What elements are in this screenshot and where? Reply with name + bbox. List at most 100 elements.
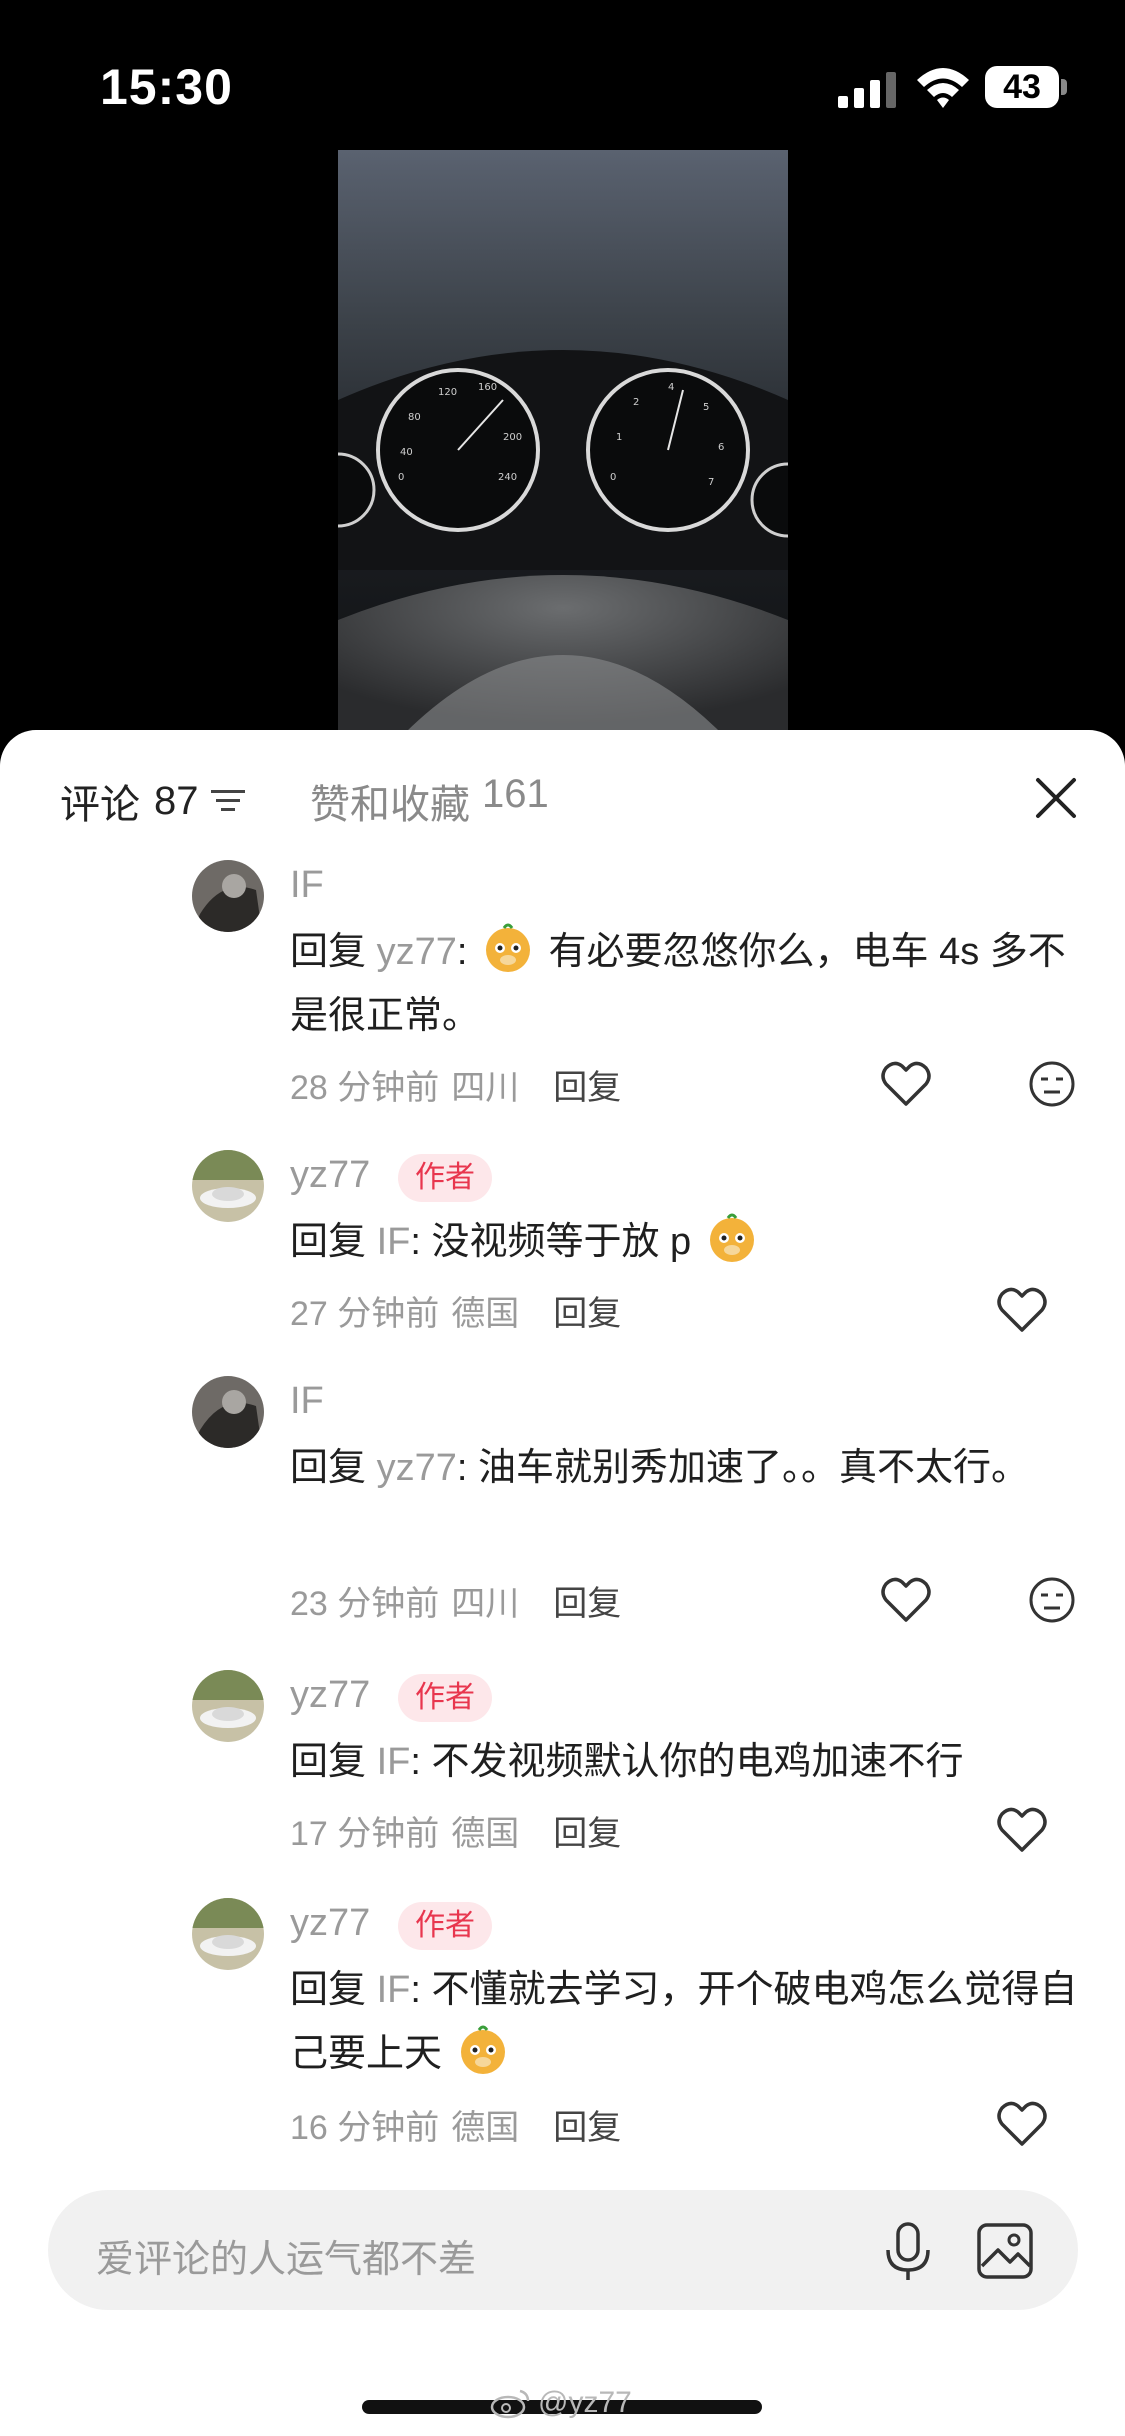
comment-time: 17 分钟前 <box>290 1815 440 1853</box>
tab-likes-count: 161 <box>482 772 549 816</box>
tab-comments-label: 评论 <box>60 783 140 827</box>
dislike-icon[interactable] <box>1028 1060 1076 1108</box>
reply-button[interactable]: 回复 <box>553 1806 621 1855</box>
comment-location: 四川 <box>451 1069 520 1107</box>
battery-tip <box>1061 79 1067 95</box>
video-player[interactable]: 0 40 80 120 160 200 240 0 1 2 4 5 6 7 <box>338 150 788 740</box>
svg-text:40: 40 <box>400 447 413 458</box>
comment-content: 油车就别秀加速了。。真不太行。 <box>477 1447 1029 1489</box>
comment-input-placeholder: 爱评论的人运气都不差 <box>96 2239 477 2281</box>
svg-text:240: 240 <box>498 472 517 483</box>
comment-text: 回复 yz77: 油车就别秀加速了。。真不太行。 <box>290 1447 1029 1489</box>
comment-location: 德国 <box>451 2109 520 2147</box>
status-bar: 15:30 43 <box>0 0 1125 170</box>
author-badge: 作者 <box>398 1674 492 1722</box>
comments-sheet: 评论 87 赞和收藏 161 IF 回复 yz77: 有必要忽悠你么，电车 4s <box>0 730 1125 2436</box>
comment-username[interactable]: yz77 <box>290 1674 370 1717</box>
image-icon[interactable] <box>976 2222 1034 2280</box>
watermark-text: @yz77 <box>538 2386 632 2419</box>
svg-text:0: 0 <box>398 472 404 483</box>
comment-meta: 27 分钟前 德国 回复 <box>290 1286 621 1335</box>
comment-text: 回复 IF: 不懂就去学习，开个破电鸡怎么觉得自己要上天 <box>290 1969 1078 2075</box>
comment-text: 回复 IF: 没视频等于放 p <box>290 1210 1080 1274</box>
tab-comments-count: 87 <box>154 778 199 823</box>
comment-username[interactable]: IF <box>290 1380 324 1423</box>
meerkat-emoji-icon <box>485 923 530 972</box>
comment-meta: 23 分钟前 四川 回复 <box>290 1576 621 1625</box>
comment-content: 不发视频默认你的电鸡加速不行 <box>431 1741 964 1783</box>
comment-meta: 16 分钟前 德国 回复 <box>290 2100 621 2149</box>
svg-text:0: 0 <box>610 472 616 483</box>
svg-text:5: 5 <box>703 402 709 413</box>
reply-button[interactable]: 回复 <box>553 1060 621 1109</box>
close-icon[interactable] <box>1034 776 1078 820</box>
svg-text:80: 80 <box>408 412 421 423</box>
comment-meta: 17 分钟前 德国 回复 <box>290 1806 621 1855</box>
comment-time: 27 分钟前 <box>290 1295 440 1333</box>
svg-text:120: 120 <box>438 387 457 398</box>
avatar[interactable] <box>192 1670 264 1742</box>
svg-text:200: 200 <box>503 432 522 443</box>
sheet-tabs: 评论 87 赞和收藏 161 <box>0 730 1125 870</box>
heart-icon[interactable] <box>996 1286 1048 1334</box>
svg-text:7: 7 <box>708 477 714 488</box>
comment-location: 四川 <box>451 1585 520 1623</box>
reply-to-user[interactable]: IF <box>377 1969 411 2011</box>
comment-username[interactable]: yz77 <box>290 1154 370 1197</box>
reply-prefix: 回复 <box>290 1447 367 1489</box>
comment-location: 德国 <box>451 1815 520 1853</box>
svg-text:4: 4 <box>668 382 674 393</box>
meerkat-emoji-icon <box>709 1213 754 1262</box>
comment-location: 德国 <box>451 1295 520 1333</box>
dislike-icon[interactable] <box>1028 1576 1076 1624</box>
weibo-icon <box>490 2389 530 2419</box>
avatar[interactable] <box>192 1150 264 1222</box>
author-badge: 作者 <box>398 1154 492 1202</box>
avatar[interactable] <box>192 1898 264 1970</box>
tab-likes-label: 赞和收藏 <box>310 783 470 827</box>
comment-time: 16 分钟前 <box>290 2109 440 2147</box>
cellular-signal-icon <box>838 72 896 108</box>
watermark: @yz77 <box>490 2386 632 2420</box>
comment-input[interactable]: 爱评论的人运气都不差 <box>48 2190 1078 2310</box>
heart-icon[interactable] <box>880 1576 932 1624</box>
comment-text: 回复 IF: 不发视频默认你的电鸡加速不行 <box>290 1741 964 1783</box>
comment-time: 23 分钟前 <box>290 1585 440 1623</box>
reply-prefix: 回复 <box>290 931 367 973</box>
reply-prefix: 回复 <box>290 1221 367 1263</box>
svg-text:1: 1 <box>616 432 622 443</box>
microphone-icon[interactable] <box>878 2220 938 2284</box>
heart-icon[interactable] <box>880 1060 932 1108</box>
reply-button[interactable]: 回复 <box>553 1576 621 1625</box>
comment-username[interactable]: yz77 <box>290 1902 370 1945</box>
sort-icon[interactable] <box>210 787 245 815</box>
tab-likes-and-favorites[interactable]: 赞和收藏 161 <box>310 772 549 830</box>
dashboard-video-frame: 0 40 80 120 160 200 240 0 1 2 4 5 6 7 <box>338 150 788 740</box>
reply-to-user[interactable]: yz77 <box>377 1447 457 1489</box>
comment-text: 回复 yz77: 有必要忽悠你么，电车 4s 多不是很正常。 <box>290 920 1080 1048</box>
comment-meta: 28 分钟前 四川 回复 <box>290 1060 621 1109</box>
author-badge: 作者 <box>398 1902 492 1950</box>
meerkat-emoji-icon <box>460 2025 505 2074</box>
reply-prefix: 回复 <box>290 1969 367 2011</box>
comment-time: 28 分钟前 <box>290 1069 440 1107</box>
reply-prefix: 回复 <box>290 1741 367 1783</box>
reply-to-user[interactable]: yz77 <box>377 931 457 973</box>
reply-button[interactable]: 回复 <box>553 1286 621 1335</box>
reply-button[interactable]: 回复 <box>553 2100 621 2149</box>
svg-text:6: 6 <box>718 442 724 453</box>
wifi-icon <box>917 68 969 108</box>
svg-text:160: 160 <box>478 382 497 393</box>
heart-icon[interactable] <box>996 1806 1048 1854</box>
svg-text:2: 2 <box>633 397 639 408</box>
battery-indicator: 43 <box>985 66 1067 108</box>
reply-to-user[interactable]: IF <box>377 1741 411 1783</box>
comment-username[interactable]: IF <box>290 864 324 907</box>
reply-to-user[interactable]: IF <box>377 1221 411 1263</box>
tab-comments[interactable]: 评论 87 <box>60 772 245 830</box>
avatar[interactable] <box>192 1376 264 1448</box>
comment-content: 没视频等于放 p <box>431 1221 692 1263</box>
avatar[interactable] <box>192 860 264 932</box>
heart-icon[interactable] <box>996 2100 1048 2148</box>
battery-level: 43 <box>1003 68 1041 106</box>
